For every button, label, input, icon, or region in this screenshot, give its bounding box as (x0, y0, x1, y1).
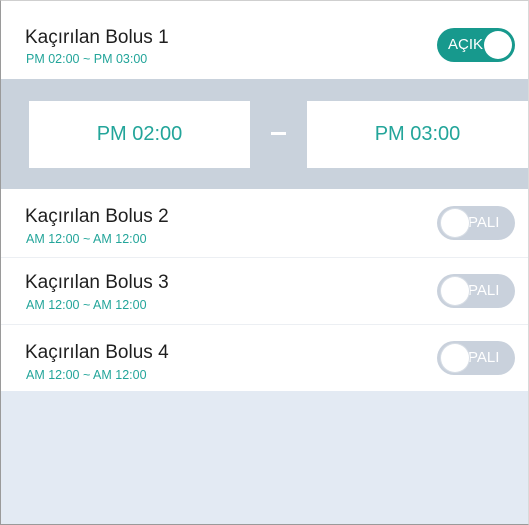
bolus-2-toggle[interactable]: PALI (437, 206, 515, 240)
bolus-time-range: AM 12:00 ~ AM 12:00 (26, 298, 147, 312)
missed-bolus-screen: Kaçırılan Bolus 1 PM 02:00 ~ PM 03:00 AÇ… (0, 0, 529, 525)
bolus-title: Kaçırılan Bolus 2 (25, 206, 169, 227)
toggle-label: PALI (468, 214, 500, 231)
bolus-row-2[interactable]: Kaçırılan Bolus 2 AM 12:00 ~ AM 12:00 PA… (1, 189, 528, 257)
start-time-field[interactable]: PM 02:00 (29, 101, 250, 168)
time-range-editor: PM 02:00 PM 03:00 (1, 79, 528, 189)
bolus-title: Kaçırılan Bolus 1 (25, 27, 169, 48)
toggle-knob (441, 344, 469, 372)
end-time-field[interactable]: PM 03:00 (307, 101, 528, 168)
bolus-time-range: PM 02:00 ~ PM 03:00 (26, 52, 148, 66)
range-separator (271, 132, 286, 135)
toggle-knob (441, 209, 469, 237)
bolus-time-range: AM 12:00 ~ AM 12:00 (26, 232, 147, 246)
bolus-row-1[interactable]: Kaçırılan Bolus 1 PM 02:00 ~ PM 03:00 AÇ… (1, 1, 528, 79)
toggle-label: PALI (468, 349, 500, 366)
bolus-title: Kaçırılan Bolus 3 (25, 272, 169, 293)
bolus-4-toggle[interactable]: PALI (437, 341, 515, 375)
bolus-1-toggle[interactable]: AÇIK (437, 28, 515, 62)
bolus-3-toggle[interactable]: PALI (437, 274, 515, 308)
toggle-knob (484, 31, 512, 59)
bolus-time-range: AM 12:00 ~ AM 12:00 (26, 368, 147, 382)
bolus-title: Kaçırılan Bolus 4 (25, 342, 169, 363)
toggle-knob (441, 277, 469, 305)
bolus-row-4[interactable]: Kaçırılan Bolus 4 AM 12:00 ~ AM 12:00 PA… (1, 325, 528, 391)
bolus-row-3[interactable]: Kaçırılan Bolus 3 AM 12:00 ~ AM 12:00 PA… (1, 258, 528, 324)
toggle-label: PALI (468, 282, 500, 299)
toggle-label: AÇIK (448, 36, 484, 53)
